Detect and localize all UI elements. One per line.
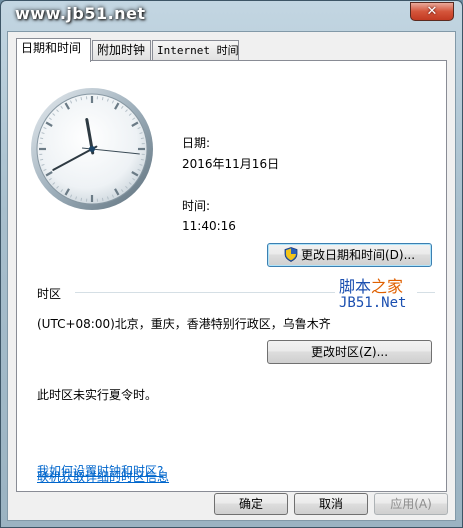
change-date-time-label: 更改日期和时间(D)... [300,248,416,262]
close-icon: ✕ [426,4,438,19]
timezone-divider-end [417,292,435,293]
tab-panel-date-time: 日期: 2016年11月16日 时间: 11:40:16 更改日期和时间(D).… [16,60,447,492]
clock-minute-tick [140,137,144,140]
change-date-time-button[interactable]: 更改日期和时间(D)... [267,243,432,267]
watermark-line2: JB51.Net [339,295,407,311]
clock-minute-tick [40,137,44,140]
timezone-section-label: 时区 [37,287,62,301]
ok-button[interactable]: 确定 [214,493,288,515]
clock-minute-tick [101,197,104,201]
analog-clock [31,88,153,210]
tab-label: 附加时钟 [97,43,146,57]
date-value: 2016年11月16日 [182,157,280,171]
tab-additional-clocks[interactable]: 附加时钟 [92,40,151,60]
dialog-window: www.jb51.net ✕ 日期和时间 附加时钟 Internet 时间 日期… [0,0,463,528]
how-to-set-clock-link[interactable]: 我如何设置时钟和时区? [37,462,163,479]
clock-minute-tick [101,97,104,101]
tab-date-time[interactable]: 日期和时间 [16,38,91,62]
watermark-line1: 脚本之家 [339,273,403,297]
uac-shield-icon [284,247,298,262]
change-timezone-button[interactable]: 更改时区(Z)... [267,340,432,364]
clock-minute-tick [80,197,83,201]
apply-button[interactable]: 应用(A) [374,493,448,515]
title-bar[interactable]: www.jb51.net ✕ [1,1,462,31]
ok-label: 确定 [238,497,263,511]
clock-minute-tick [140,158,144,161]
tab-internet-time[interactable]: Internet 时间 [152,40,239,60]
time-label: 时间: [182,199,211,213]
window-title: www.jb51.net [15,4,146,23]
change-timezone-label: 更改时区(Z)... [310,345,389,359]
clock-minute-tick [40,158,44,161]
cancel-button[interactable]: 取消 [294,493,368,515]
timezone-value: (UTC+08:00)北京，重庆，香港特别行政区，乌鲁木齐 [37,317,331,331]
timezone-divider [75,292,335,293]
close-button[interactable]: ✕ [410,2,454,21]
apply-label: 应用(A) [390,497,432,511]
watermark-text-b: 之家 [371,277,404,296]
date-label: 日期: [182,136,211,150]
clock-minute-tick [80,97,83,101]
dialog-client-area: 日期和时间 附加时钟 Internet 时间 日期: 2016年11月16日 时… [7,31,456,521]
dst-note: 此时区未实行夏令时。 [37,388,158,402]
watermark-text-a: 脚本 [339,277,372,296]
time-value: 11:40:16 [182,219,236,233]
cancel-label: 取消 [318,497,343,511]
tab-label: Internet 时间 [157,44,239,57]
clock-center-pin [89,146,95,152]
tab-label: 日期和时间 [21,41,82,55]
